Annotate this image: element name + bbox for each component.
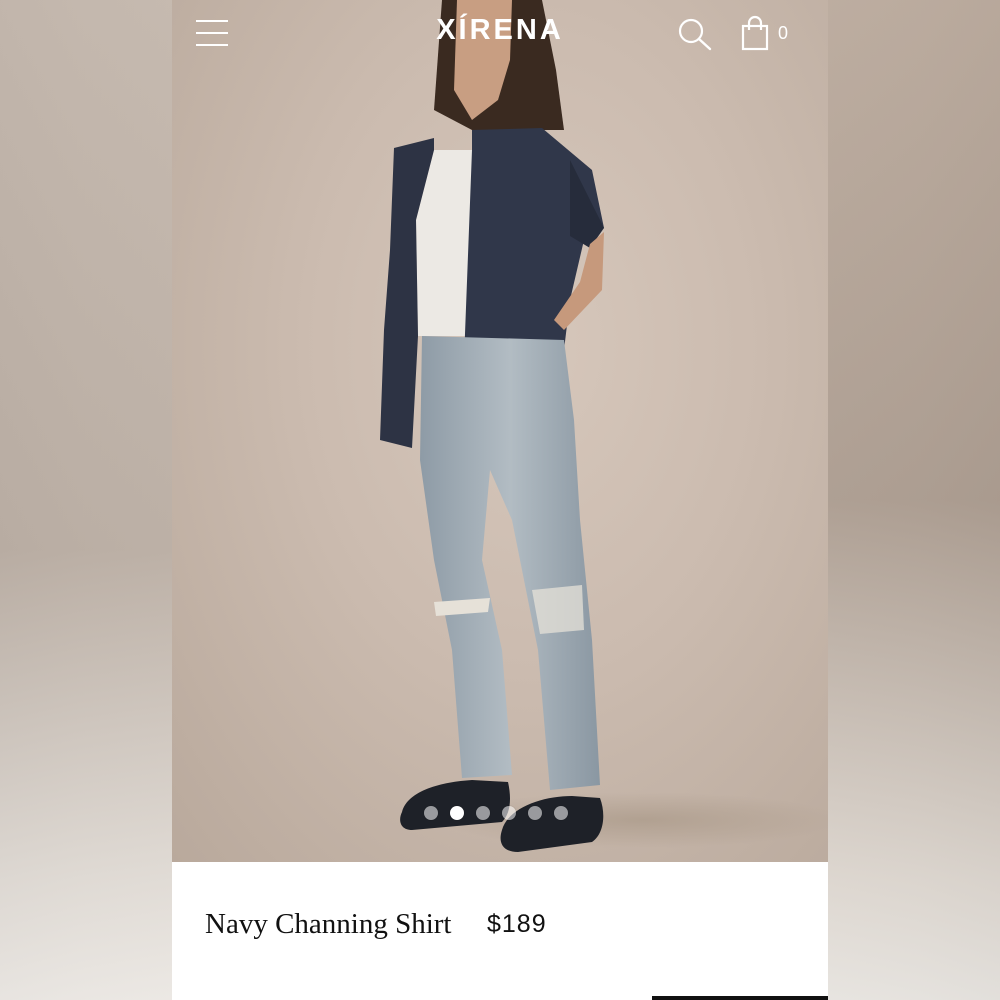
top-navigation-bar: XÍRENA 0 (172, 0, 828, 70)
product-title[interactable]: Navy Channing Shirt (205, 908, 452, 941)
product-price: $189 (487, 910, 547, 938)
shopping-bag-icon[interactable] (740, 14, 774, 52)
carousel-dot-active[interactable] (450, 806, 464, 820)
brand-logo[interactable]: XÍRENA (172, 14, 828, 47)
carousel-dot[interactable] (424, 806, 438, 820)
cart-count-badge[interactable]: 0 (778, 23, 788, 44)
background-left-blur (0, 0, 172, 1000)
carousel-pagination (424, 806, 568, 820)
bottom-indicator-bar (652, 996, 828, 1000)
product-page: XÍRENA 0 Navy Channing Shirt $189 (172, 0, 828, 1000)
carousel-dot[interactable] (528, 806, 542, 820)
search-icon[interactable] (676, 16, 714, 52)
carousel-dot[interactable] (502, 806, 516, 820)
product-info-panel: Navy Channing Shirt $189 (172, 862, 828, 1000)
carousel-dot[interactable] (554, 806, 568, 820)
product-image-carousel[interactable]: XÍRENA 0 (172, 0, 828, 862)
carousel-dot[interactable] (476, 806, 490, 820)
product-photo (380, 0, 828, 852)
background-right-blur (828, 0, 1000, 1000)
